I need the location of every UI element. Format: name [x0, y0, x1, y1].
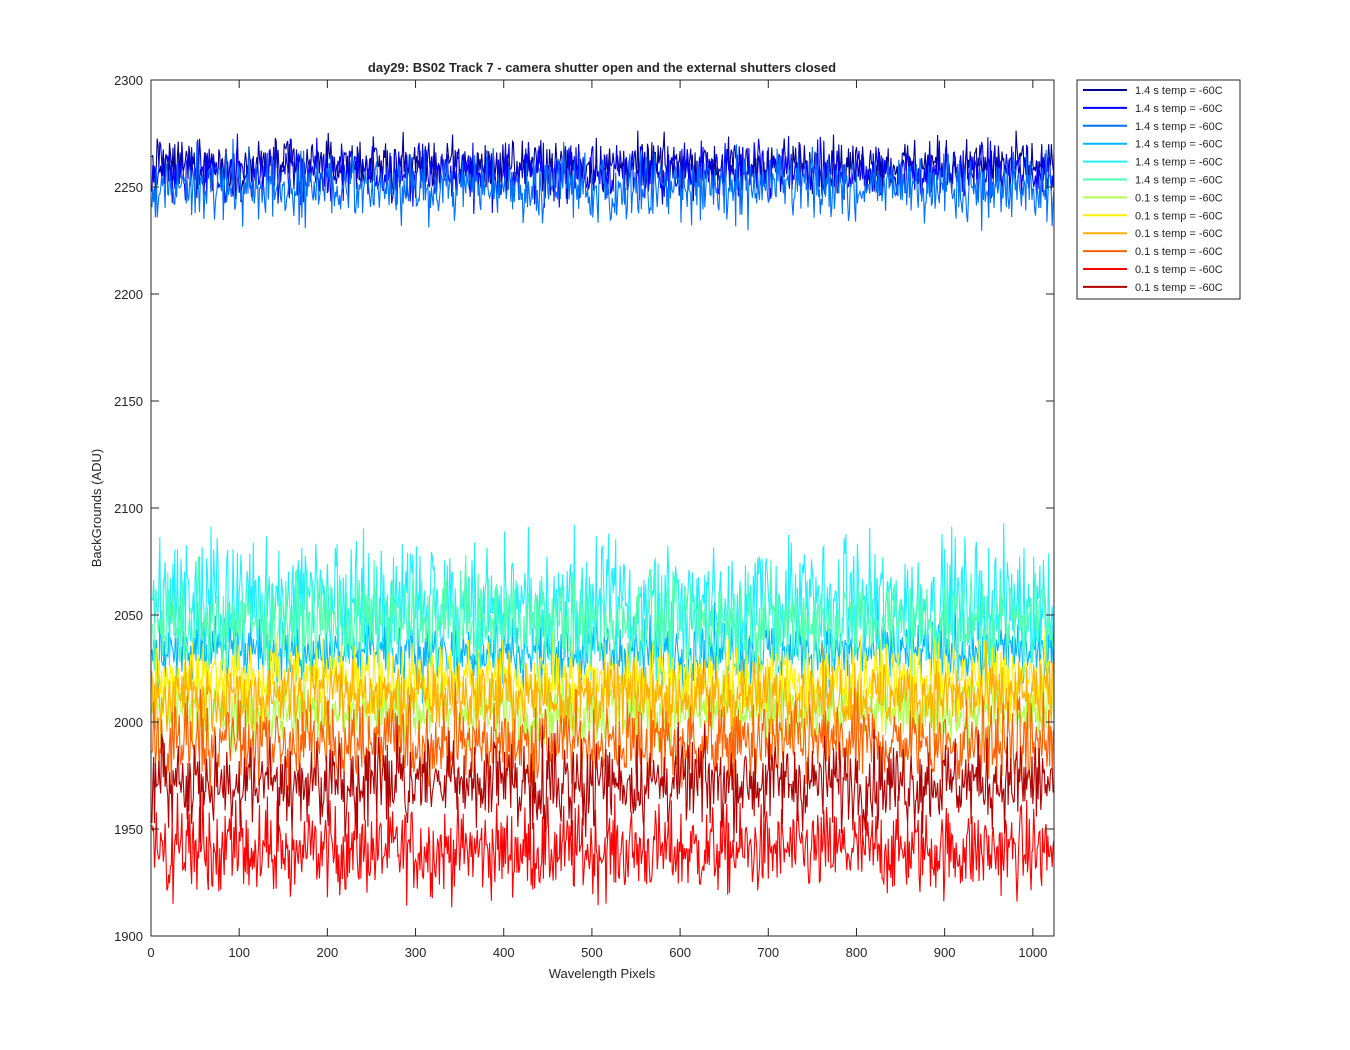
- y-tick-label: 2150: [114, 394, 143, 409]
- x-tick-label: 900: [934, 945, 956, 960]
- legend-label: 0.1 s temp = -60C: [1135, 282, 1223, 294]
- x-axis-label: Wavelength Pixels: [549, 966, 656, 981]
- y-tick-label: 1900: [114, 929, 143, 944]
- x-tick-label: 300: [405, 945, 427, 960]
- y-tick-label: 2200: [114, 287, 143, 302]
- legend-label: 1.4 s temp = -60C: [1135, 103, 1223, 115]
- x-tick-label: 0: [147, 945, 154, 960]
- y-tick-label: 2050: [114, 608, 143, 623]
- legend-label: 0.1 s temp = -60C: [1135, 210, 1223, 222]
- legend-label: 0.1 s temp = -60C: [1135, 246, 1223, 258]
- x-tick-label: 400: [493, 945, 515, 960]
- y-tick-label: 2100: [114, 501, 143, 516]
- x-tick-label: 800: [846, 945, 868, 960]
- y-tick-label: 2250: [114, 180, 143, 195]
- legend: 1.4 s temp = -60C 1.4 s temp = -60C 1.4 s …: [1076, 79, 1241, 300]
- y-axis-label: BackGrounds (ADU): [89, 449, 104, 567]
- legend-label: 1.4 s temp = -60C: [1135, 139, 1223, 151]
- legend-label: 0.1 s temp = -60C: [1135, 228, 1223, 240]
- x-tick-label: 600: [669, 945, 691, 960]
- y-tick-label: 2300: [114, 73, 143, 88]
- legend-label: 1.4 s temp = -60C: [1135, 157, 1223, 169]
- x-tick-label: 700: [757, 945, 779, 960]
- legend-label: 0.1 s temp = -60C: [1135, 264, 1223, 276]
- legend-label: 0.1 s temp = -60C: [1135, 192, 1223, 204]
- x-tick-label: 200: [317, 945, 339, 960]
- legend-label: 1.4 s temp = -60C: [1135, 121, 1223, 133]
- figure: day29: BS02 Track 7 - camera shutter ope…: [0, 0, 1350, 1050]
- legend-label: 1.4 s temp = -60C: [1135, 85, 1223, 97]
- x-tick-label: 100: [228, 945, 250, 960]
- chart-title: day29: BS02 Track 7 - camera shutter ope…: [368, 60, 836, 75]
- y-tick-label: 2000: [114, 715, 143, 730]
- legend-label: 1.4 s temp = -60C: [1135, 175, 1223, 187]
- x-tick-label: 500: [581, 945, 603, 960]
- y-tick-label: 1950: [114, 822, 143, 837]
- x-tick-label: 1000: [1018, 945, 1047, 960]
